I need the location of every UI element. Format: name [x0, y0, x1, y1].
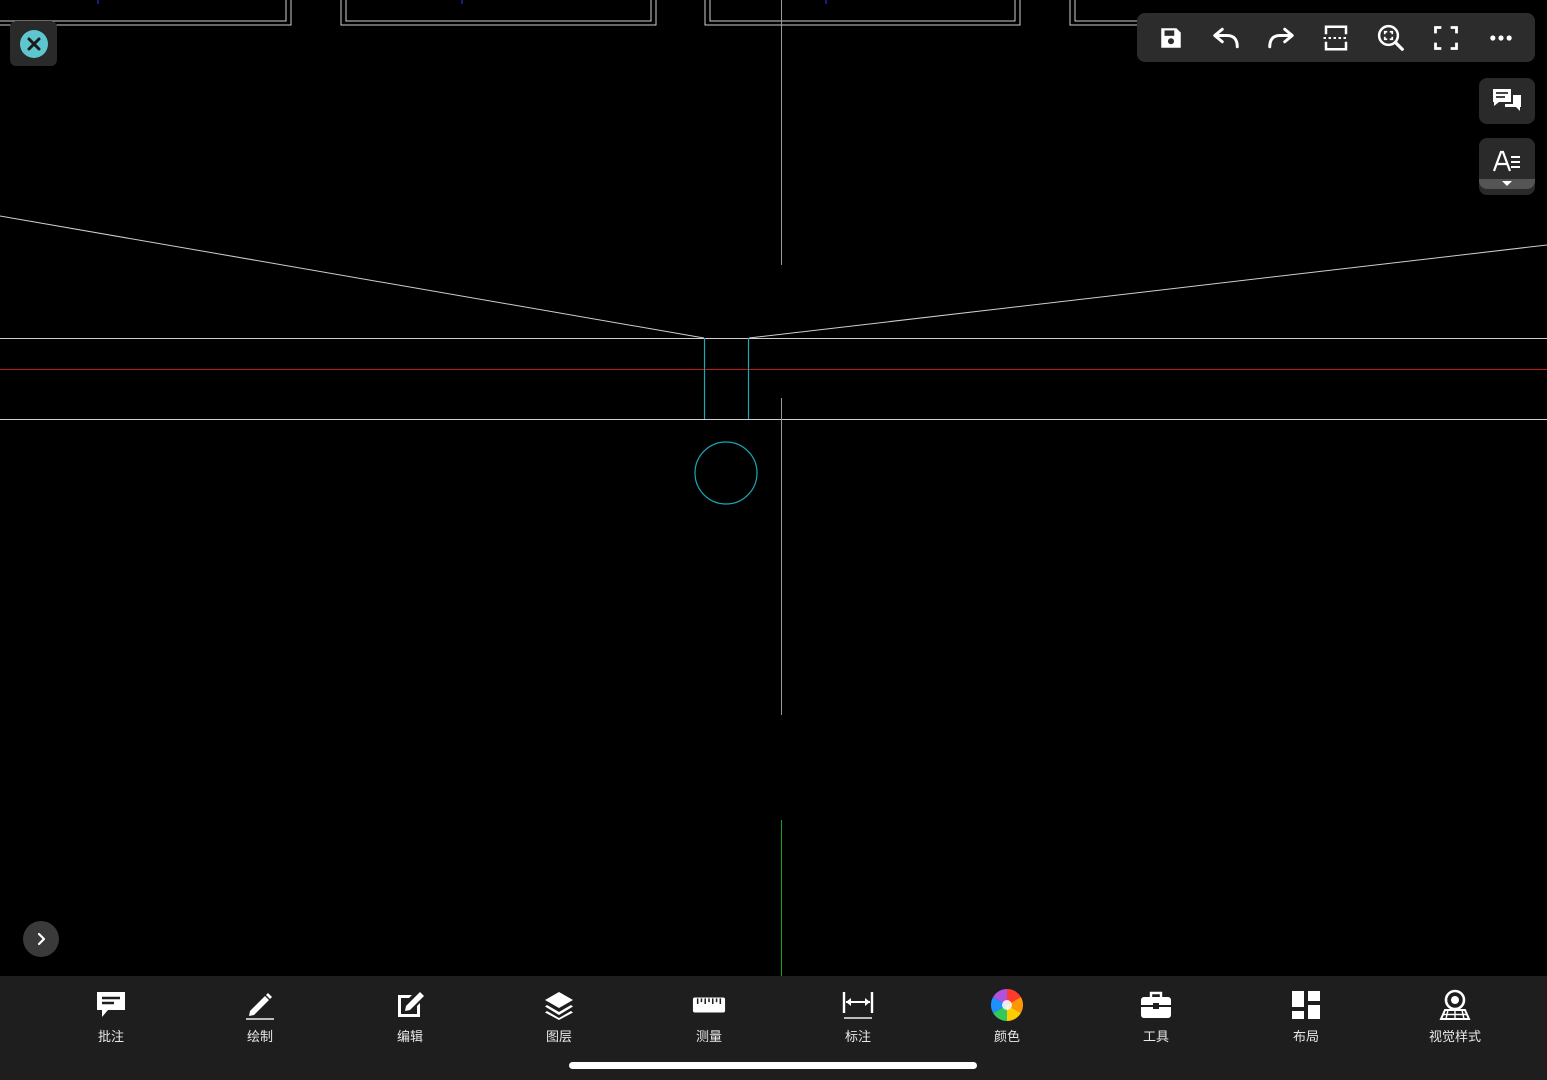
- tool-edit[interactable]: 编辑: [355, 988, 465, 1048]
- fullscreen-icon: [1434, 25, 1459, 50]
- cad-drawing-canvas[interactable]: [0, 0, 1547, 976]
- undo-button[interactable]: [1204, 16, 1248, 60]
- home-indicator: [569, 1062, 977, 1069]
- tool-label: 布局: [1292, 1030, 1319, 1045]
- tool-label: 标注: [844, 1030, 871, 1045]
- layers-icon: [545, 992, 573, 1020]
- comments-icon: [1493, 89, 1521, 111]
- tool-color[interactable]: 颜色: [952, 988, 1062, 1048]
- edit-icon: [398, 992, 424, 1017]
- tool-label: 视觉样式: [1428, 1030, 1481, 1045]
- tool-draw[interactable]: 绘制: [205, 988, 315, 1048]
- pencil-icon: [246, 993, 274, 1020]
- tool-label: 编辑: [396, 1030, 423, 1045]
- visual-style-icon: [1439, 989, 1471, 1020]
- tool-label: 图层: [545, 1030, 572, 1045]
- ruler-icon: [692, 997, 726, 1013]
- annotation-icon: [97, 992, 125, 1017]
- toolbox-icon: [1141, 991, 1171, 1018]
- more-icon: [1490, 34, 1513, 41]
- section-icon: [1323, 25, 1349, 50]
- tool-visual-style[interactable]: 视觉样式: [1400, 988, 1510, 1048]
- tool-annotation[interactable]: 批注: [56, 988, 166, 1048]
- tool-label: 工具: [1142, 1030, 1169, 1045]
- layout-icon: [1292, 991, 1320, 1019]
- color-wheel-icon: [990, 988, 1024, 1022]
- tool-dimension[interactable]: 标注: [803, 988, 913, 1048]
- zoom-extents-icon: [1378, 24, 1404, 51]
- save-button[interactable]: [1149, 16, 1193, 60]
- dimension-icon: [842, 992, 874, 1019]
- save-icon: [1160, 27, 1181, 48]
- top-toolbar: [1137, 13, 1535, 62]
- cad-frame-4: [1074, 0, 1140, 22]
- text-style-button[interactable]: [1479, 138, 1535, 195]
- fullscreen-button[interactable]: [1424, 16, 1468, 60]
- redo-button[interactable]: [1259, 16, 1303, 60]
- tool-toolbox[interactable]: 工具: [1101, 988, 1211, 1048]
- close-icon: [19, 29, 48, 58]
- comments-button[interactable]: [1479, 78, 1535, 124]
- more-button[interactable]: [1479, 16, 1523, 60]
- tool-label: 绘制: [246, 1030, 273, 1045]
- zoom-extents-button[interactable]: [1369, 16, 1413, 60]
- undo-icon: [1212, 27, 1239, 48]
- tool-measure[interactable]: 测量: [654, 988, 764, 1048]
- cad-slope-left: [0, 215, 705, 339]
- chevron-right-icon: [37, 932, 46, 946]
- text-style-icon: [1492, 150, 1520, 171]
- cad-frame-1: [0, 0, 287, 22]
- chevron-down-icon: [1502, 181, 1512, 186]
- text-style-dropdown[interactable]: [1479, 178, 1535, 189]
- tool-label: 批注: [97, 1030, 124, 1045]
- cad-frame-3: [709, 0, 1016, 22]
- cad-slope-right: [748, 244, 1547, 339]
- section-button[interactable]: [1314, 16, 1358, 60]
- tool-label: 测量: [695, 1030, 722, 1045]
- cad-frame-2: [345, 0, 652, 22]
- tool-label: 颜色: [993, 1030, 1020, 1045]
- close-button[interactable]: [10, 21, 57, 66]
- tool-layers[interactable]: 图层: [504, 988, 614, 1048]
- cad-circle: [694, 441, 758, 505]
- expand-panel-button[interactable]: [23, 921, 59, 957]
- redo-icon: [1268, 27, 1294, 48]
- tool-layout[interactable]: 布局: [1251, 988, 1361, 1048]
